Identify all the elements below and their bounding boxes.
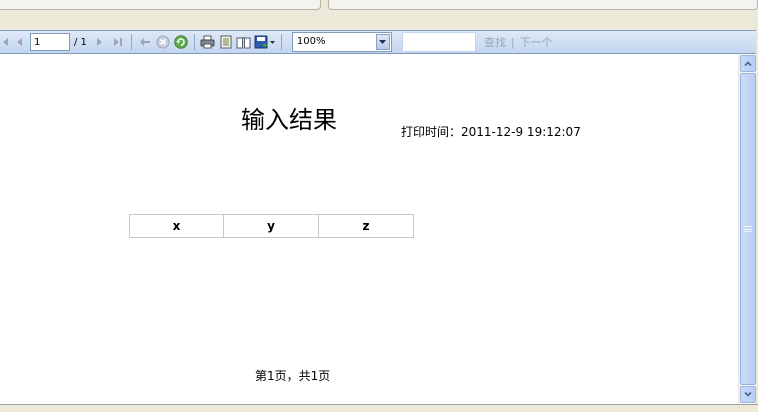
- search-input[interactable]: [401, 32, 476, 52]
- toolbar-separator: [280, 34, 282, 50]
- printer-icon: [200, 35, 215, 49]
- toolbar-separator: [193, 34, 195, 50]
- page-setup-button[interactable]: [217, 33, 235, 51]
- zoom-value: 100%: [296, 36, 326, 47]
- top-panel-strip: [0, 0, 758, 30]
- previous-page-button[interactable]: [10, 33, 28, 51]
- find-separator: |: [510, 35, 515, 49]
- chevron-up-icon: [744, 61, 752, 66]
- result-table: x y z: [129, 214, 414, 238]
- page-layout-icon: [220, 35, 232, 49]
- scroll-thumb[interactable]: [740, 73, 756, 385]
- print-time-value: 2011-12-9 19:12:07: [461, 125, 581, 139]
- last-page-icon: [113, 38, 122, 46]
- find-button[interactable]: 查找: [484, 34, 506, 50]
- export-dropdown-button[interactable]: [253, 33, 277, 51]
- next-page-button[interactable]: [91, 33, 109, 51]
- page-total-label: / 1: [74, 36, 87, 48]
- find-next-button[interactable]: 下一个: [520, 34, 553, 50]
- book-icon: [236, 36, 251, 48]
- scroll-down-button[interactable]: [740, 386, 756, 403]
- stop-button[interactable]: [154, 33, 172, 51]
- right-panel-edge: [328, 0, 758, 10]
- stop-icon: [156, 35, 170, 49]
- print-time-label: 打印时间：: [401, 125, 462, 139]
- report-toolbar: / 1 100%: [0, 30, 758, 54]
- report-viewer-window: / 1 100%: [0, 0, 758, 412]
- first-page-icon: [3, 38, 8, 46]
- print-button[interactable]: [199, 33, 217, 51]
- column-header-x: x: [129, 214, 224, 238]
- window-bottom-edge: [0, 404, 758, 412]
- left-panel-edge: [0, 0, 321, 10]
- first-page-button[interactable]: [0, 33, 10, 51]
- report-page: 输入结果 打印时间：2011-12-9 19:12:07 x y z 第1页，共…: [0, 54, 738, 404]
- zoom-select[interactable]: 100%: [291, 32, 392, 52]
- save-disk-icon: [254, 35, 275, 49]
- grip-icon: [744, 226, 752, 232]
- back-button[interactable]: [136, 33, 154, 51]
- page-footer: 第1页，共1页: [255, 369, 331, 383]
- report-title: 输入结果: [241, 106, 337, 134]
- next-page-icon: [96, 38, 102, 46]
- column-header-y: y: [223, 214, 319, 238]
- zoom-dropdown-arrow[interactable]: [375, 34, 390, 50]
- toolbar-separator: [130, 34, 132, 50]
- chevron-down-icon: [744, 392, 752, 397]
- back-arrow-icon: [139, 38, 150, 46]
- print-time: 打印时间：2011-12-9 19:12:07: [401, 123, 581, 140]
- chevron-down-icon: [379, 40, 387, 44]
- table-header-row: x y z: [129, 214, 414, 238]
- last-page-button[interactable]: [109, 33, 127, 51]
- scroll-up-button[interactable]: [740, 55, 756, 72]
- refresh-icon: [174, 35, 188, 49]
- print-layout-button[interactable]: [235, 33, 253, 51]
- refresh-button[interactable]: [172, 33, 190, 51]
- previous-page-icon: [17, 38, 22, 46]
- column-header-z: z: [318, 214, 414, 238]
- page-number-input[interactable]: [30, 33, 70, 51]
- vertical-scrollbar[interactable]: [738, 54, 756, 404]
